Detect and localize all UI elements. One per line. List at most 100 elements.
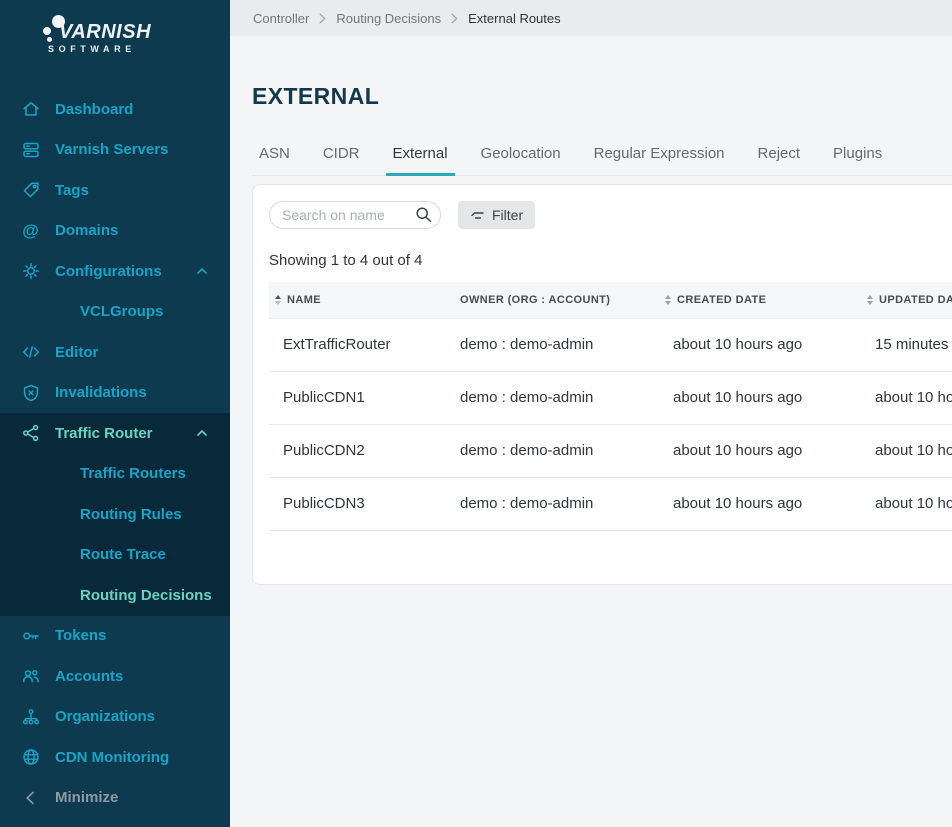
filter-button[interactable]: Filter — [458, 201, 535, 229]
org-chart-icon — [20, 706, 41, 727]
sidebar-item-label: Organizations — [55, 708, 155, 725]
sidebar-item-label: Routing Decisions — [80, 587, 212, 604]
sidebar-item-minimize[interactable]: Minimize — [0, 778, 230, 819]
home-icon — [20, 99, 41, 120]
sidebar-item-label: Traffic Routers — [80, 465, 186, 482]
cell-name: PublicCDN3 — [269, 477, 446, 530]
sidebar-item-configurations[interactable]: Configurations — [0, 251, 230, 292]
results-summary: Showing 1 to 4 out of 4 — [269, 252, 952, 269]
logo-dot — [47, 37, 52, 42]
chevron-up-icon[interactable] — [196, 267, 208, 275]
globe-icon — [20, 747, 41, 768]
sidebar-item-label: Domains — [55, 222, 118, 239]
column-header-created-date[interactable]: CREATED DATE — [659, 282, 861, 318]
tab-external[interactable]: External — [386, 137, 455, 176]
sidebar-item-organizations[interactable]: Organizations — [0, 697, 230, 738]
tab-reject[interactable]: Reject — [751, 137, 808, 176]
cell-owner: demo : demo-admin — [446, 424, 659, 477]
chevron-up-icon[interactable] — [196, 429, 208, 437]
table-row[interactable]: PublicCDN1 demo : demo-admin about 10 ho… — [269, 371, 952, 424]
servers-icon — [20, 139, 41, 160]
cell-updated: 15 minutes ago — [861, 318, 952, 371]
cell-updated: about 10 hours ago — [861, 371, 952, 424]
sidebar-item-label: Routing Rules — [80, 506, 182, 523]
at-icon: @ — [20, 220, 41, 241]
main-content: Controller Routing Decisions External Ro… — [230, 0, 952, 827]
sidebar-item-label: Invalidations — [55, 384, 147, 401]
routes-card: Filter Showing 1 to 4 out of 4 NAME OWNE… — [252, 184, 952, 585]
tab-geolocation[interactable]: Geolocation — [474, 137, 568, 176]
sidebar-item-varnish-servers[interactable]: Varnish Servers — [0, 130, 230, 171]
sidebar-item-label: Tags — [55, 182, 89, 199]
cell-owner: demo : demo-admin — [446, 318, 659, 371]
cell-created: about 10 hours ago — [659, 371, 861, 424]
filter-button-label: Filter — [492, 207, 523, 223]
cell-name: PublicCDN2 — [269, 424, 446, 477]
cell-updated: about 10 hours ago — [861, 424, 952, 477]
breadcrumb-controller[interactable]: Controller — [253, 11, 309, 26]
table-row[interactable]: ExtTrafficRouter demo : demo-admin about… — [269, 318, 952, 371]
key-icon — [20, 625, 41, 646]
sort-icon — [665, 295, 671, 305]
table-row[interactable]: PublicCDN3 demo : demo-admin about 10 ho… — [269, 477, 952, 530]
sort-icon — [275, 295, 281, 305]
sidebar-item-vclgroups[interactable]: VCLGroups — [0, 292, 230, 333]
cell-name: ExtTrafficRouter — [269, 318, 446, 371]
sidebar-item-label: Accounts — [55, 668, 123, 685]
tab-asn[interactable]: ASN — [252, 137, 297, 176]
sidebar-item-dashboard[interactable]: Dashboard — [0, 89, 230, 130]
sidebar-item-label: CDN Monitoring — [55, 749, 169, 766]
column-header-owner[interactable]: OWNER (ORG : ACCOUNT) — [446, 282, 659, 318]
sidebar-item-traffic-routers[interactable]: Traffic Routers — [0, 454, 230, 495]
cell-name: PublicCDN1 — [269, 371, 446, 424]
filter-icon — [470, 209, 485, 222]
tab-bar: ASN CIDR External Geolocation Regular Ex… — [252, 137, 952, 176]
sidebar-item-traffic-router[interactable]: Traffic Router — [0, 413, 230, 454]
sidebar-item-routing-decisions[interactable]: Routing Decisions — [0, 575, 230, 616]
sidebar-item-label: Dashboard — [55, 101, 133, 118]
column-header-updated-date[interactable]: UPDATED DATE — [861, 282, 952, 318]
breadcrumb-external-routes: External Routes — [468, 11, 561, 26]
sidebar-item-label: Traffic Router — [55, 425, 153, 442]
sidebar-item-editor[interactable]: Editor — [0, 332, 230, 373]
tab-regular-expression[interactable]: Regular Expression — [587, 137, 732, 176]
sidebar-item-label: Minimize — [55, 789, 118, 806]
sidebar-item-tags[interactable]: Tags — [0, 170, 230, 211]
logo-dot — [43, 27, 51, 35]
cell-updated: about 10 hours ago — [861, 477, 952, 530]
traffic-router-group: Traffic Router Traffic Routers Routing R… — [0, 413, 230, 616]
sidebar-item-label: VCLGroups — [80, 303, 163, 320]
breadcrumb-routing-decisions[interactable]: Routing Decisions — [336, 11, 441, 26]
page-title: EXTERNAL — [252, 83, 952, 110]
sidebar-nav: Dashboard Varnish Servers Tags @ Domains — [0, 89, 230, 818]
sort-icon — [867, 295, 873, 305]
cell-created: about 10 hours ago — [659, 477, 861, 530]
search-box — [269, 201, 441, 229]
routes-table: NAME OWNER (ORG : ACCOUNT) CREATED DATE … — [269, 282, 952, 531]
table-row[interactable]: PublicCDN2 demo : demo-admin about 10 ho… — [269, 424, 952, 477]
breadcrumb: Controller Routing Decisions External Ro… — [230, 0, 952, 36]
table-header-row: NAME OWNER (ORG : ACCOUNT) CREATED DATE … — [269, 282, 952, 318]
people-icon — [20, 666, 41, 687]
cell-owner: demo : demo-admin — [446, 477, 659, 530]
sidebar: VARNISH SOFTWARE Dashboard Varnish Serve… — [0, 0, 230, 827]
sidebar-item-route-trace[interactable]: Route Trace — [0, 535, 230, 576]
sidebar-item-tokens[interactable]: Tokens — [0, 616, 230, 657]
sidebar-item-label: Varnish Servers — [55, 141, 168, 158]
tab-plugins[interactable]: Plugins — [826, 137, 889, 176]
logo-text-varnish: VARNISH — [59, 21, 151, 44]
app-window: VARNISH SOFTWARE Dashboard Varnish Serve… — [0, 0, 952, 827]
varnish-software-logo: VARNISH SOFTWARE — [0, 0, 230, 89]
sidebar-item-routing-rules[interactable]: Routing Rules — [0, 494, 230, 535]
shield-x-icon — [20, 382, 41, 403]
column-header-name[interactable]: NAME — [269, 282, 446, 318]
sidebar-item-invalidations[interactable]: Invalidations — [0, 373, 230, 414]
sidebar-item-accounts[interactable]: Accounts — [0, 656, 230, 697]
tab-cidr[interactable]: CIDR — [316, 137, 367, 176]
code-icon — [20, 342, 41, 363]
chevron-right-icon — [319, 13, 326, 24]
gear-icon — [20, 261, 41, 282]
logo-text-software: SOFTWARE — [48, 44, 136, 54]
sidebar-item-domains[interactable]: @ Domains — [0, 211, 230, 252]
sidebar-item-cdn-monitoring[interactable]: CDN Monitoring — [0, 737, 230, 778]
